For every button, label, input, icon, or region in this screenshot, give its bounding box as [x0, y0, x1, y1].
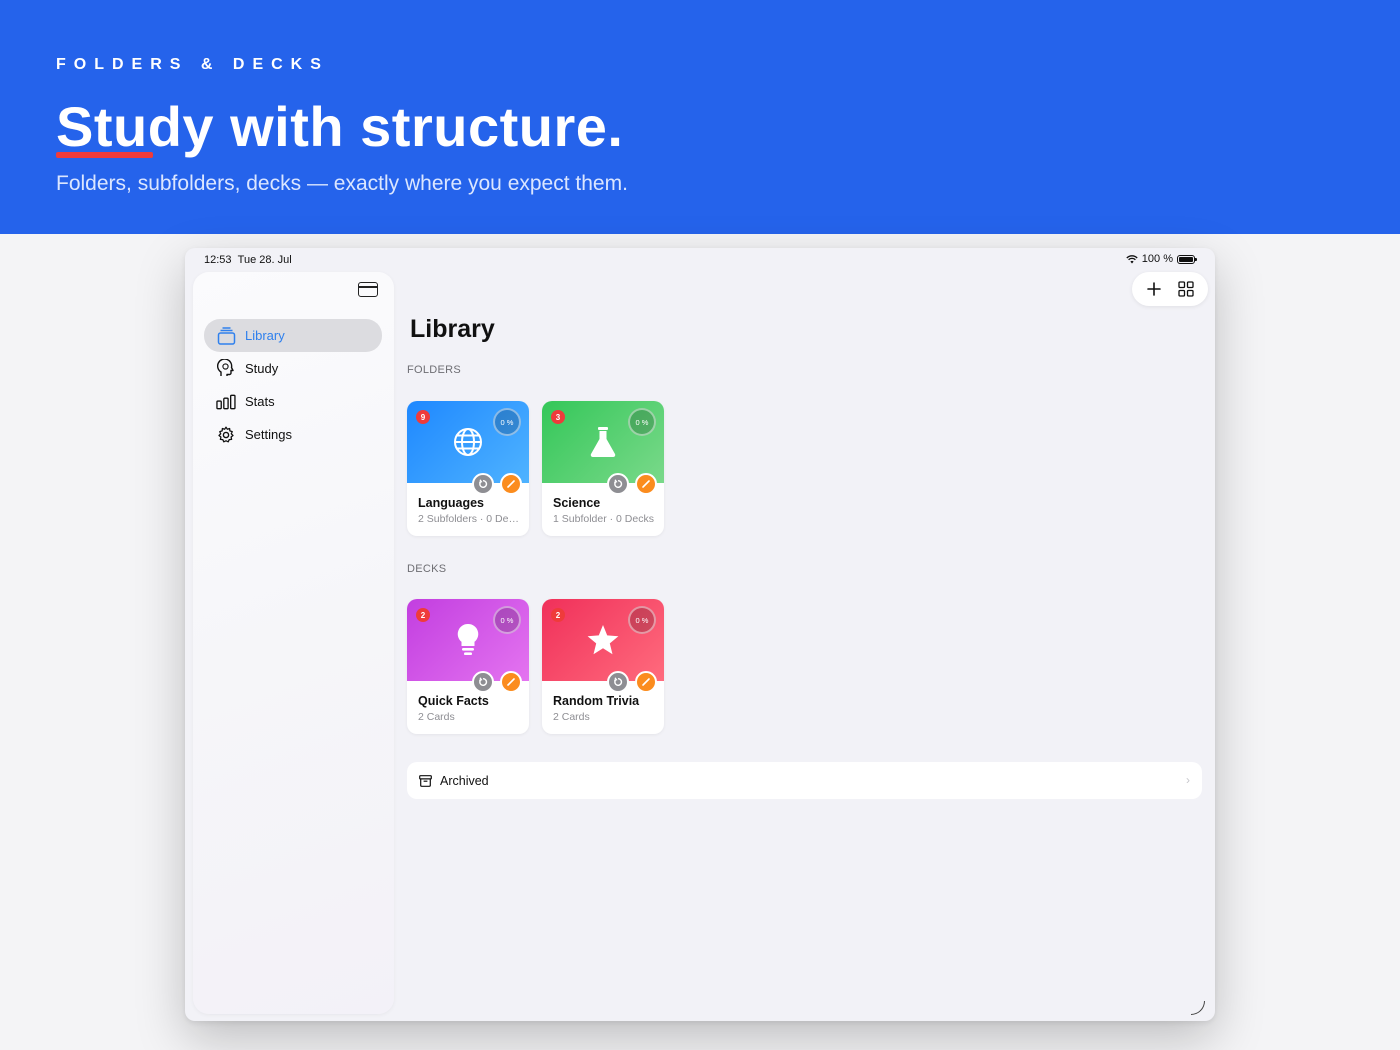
sidebar-nav: Library Study Stats Settings [204, 319, 382, 451]
sidebar-item-library[interactable]: Library [204, 319, 382, 352]
headline: Study with structure. [56, 95, 624, 158]
archive-box-icon [419, 774, 432, 787]
headline-underline [56, 152, 153, 158]
card-title: Random Trivia [553, 694, 640, 708]
deck-card-quick-facts[interactable]: 2 0 % Quick Facts 2 Cards [407, 599, 529, 734]
ipad-screen: 12:53 Tue 28. Jul 100 % Library Study St… [185, 248, 1215, 1021]
star-icon [586, 623, 620, 657]
edit-button[interactable] [500, 671, 522, 693]
reset-icon [479, 677, 488, 686]
status-date: Tue 28. Jul [237, 254, 292, 266]
sidebar-toggle-icon[interactable] [358, 282, 378, 297]
subline: Folders, subfolders, decks — exactly whe… [56, 172, 628, 195]
folder-card-science[interactable]: 3 0 % Science 1 Subfolder · 0 Decks [542, 401, 664, 536]
plus-icon [1147, 282, 1161, 296]
sidebar-item-label: Stats [245, 394, 275, 409]
eyebrow-text: FOLDERS & DECKS [56, 56, 329, 73]
archived-row[interactable]: Archived › [407, 762, 1202, 799]
card-cover: 2 0 % [407, 599, 529, 681]
card-title: Languages [418, 496, 484, 510]
deck-card-random-trivia[interactable]: 2 0 % Random Trivia 2 Cards [542, 599, 664, 734]
reset-progress-button[interactable] [472, 671, 494, 693]
pencil-icon [642, 480, 650, 488]
progress-ring: 0 % [628, 606, 656, 634]
lightbulb-icon [451, 623, 485, 657]
resize-handle-icon [1191, 1001, 1205, 1015]
sidebar-item-stats[interactable]: Stats [204, 385, 382, 418]
battery-icon [1177, 254, 1197, 264]
chevron-right-icon: › [1186, 773, 1190, 787]
reset-progress-button[interactable] [472, 473, 494, 495]
pencil-icon [507, 678, 515, 686]
reset-icon [479, 479, 488, 488]
card-subtitle: 2 Subfolders · 0 Decks [418, 513, 522, 525]
battery-fill [1179, 256, 1193, 262]
status-time: 12:53 Tue 28. Jul [204, 254, 292, 266]
reset-progress-button[interactable] [607, 671, 629, 693]
folder-card-languages[interactable]: 9 0 % Languages 2 Subfolders · 0 Decks [407, 401, 529, 536]
progress-ring: 0 % [493, 606, 521, 634]
archived-label: Archived [440, 773, 489, 788]
battery-percent: 100 % [1141, 253, 1173, 265]
sidebar-item-label: Study [245, 361, 279, 376]
brain-head-icon [216, 359, 236, 379]
layout-toggle-button[interactable] [1174, 277, 1198, 301]
card-subtitle: 2 Cards [553, 711, 590, 723]
edit-button[interactable] [500, 473, 522, 495]
reset-progress-button[interactable] [607, 473, 629, 495]
hero-banner: FOLDERS & DECKS Study with structure. Fo… [0, 0, 1400, 234]
globe-icon [451, 425, 485, 459]
reset-icon [614, 479, 623, 488]
sidebar-item-label: Settings [245, 427, 292, 442]
card-subtitle: 1 Subfolder · 0 Decks [553, 513, 654, 525]
sidebar-item-study[interactable]: Study [204, 352, 382, 385]
card-cover: 3 0 % [542, 401, 664, 483]
gear-icon [216, 425, 236, 445]
due-badge: 9 [416, 410, 430, 424]
page-title: Library [410, 315, 495, 343]
sidebar: Library Study Stats Settings [193, 272, 394, 1014]
pencil-icon [642, 678, 650, 686]
flask-icon [586, 425, 620, 459]
decks-section-label: DECKS [407, 563, 447, 575]
add-button[interactable] [1142, 277, 1166, 301]
due-badge: 2 [551, 608, 565, 622]
folders-section-label: FOLDERS [407, 364, 462, 376]
status-bar: 12:53 Tue 28. Jul 100 % [185, 248, 1215, 272]
grid-icon [1178, 281, 1194, 297]
card-title: Quick Facts [418, 694, 489, 708]
card-title: Science [553, 496, 601, 510]
progress-ring: 0 % [628, 408, 656, 436]
edit-button[interactable] [635, 473, 657, 495]
due-badge: 2 [416, 608, 430, 622]
card-subtitle: 2 Cards [418, 711, 455, 723]
card-cover: 2 0 % [542, 599, 664, 681]
progress-ring: 0 % [493, 408, 521, 436]
toolbar [1132, 272, 1208, 306]
edit-button[interactable] [635, 671, 657, 693]
wifi-icon [1126, 254, 1138, 263]
reset-icon [614, 677, 623, 686]
status-clock: 12:53 [204, 254, 232, 266]
sidebar-item-settings[interactable]: Settings [204, 418, 382, 451]
card-cover: 9 0 % [407, 401, 529, 483]
sidebar-item-label: Library [245, 328, 285, 343]
status-indicators: 100 % [1126, 253, 1197, 265]
library-icon [216, 326, 236, 346]
due-badge: 3 [551, 410, 565, 424]
bar-chart-icon [216, 392, 236, 412]
pencil-icon [507, 480, 515, 488]
